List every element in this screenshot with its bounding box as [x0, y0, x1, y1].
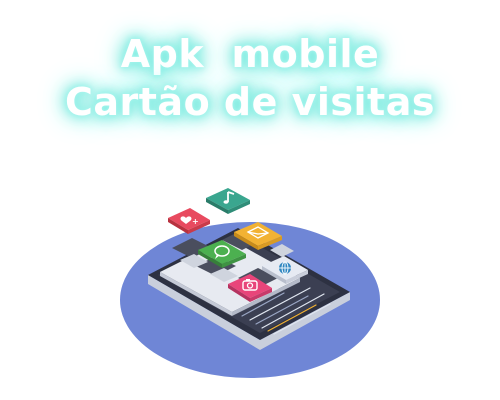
- title-line-1: Apk mobile: [120, 32, 380, 76]
- svg-text:+: +: [192, 217, 199, 226]
- page: Apk mobile Cartão de visitas +: [0, 0, 500, 400]
- title-block: Apk mobile Cartão de visitas: [0, 30, 500, 126]
- title-line-2: Cartão de visitas: [65, 80, 435, 124]
- tile-music: [206, 188, 250, 214]
- phone-apps-illustration: +: [120, 188, 380, 378]
- globe-icon: [279, 261, 291, 275]
